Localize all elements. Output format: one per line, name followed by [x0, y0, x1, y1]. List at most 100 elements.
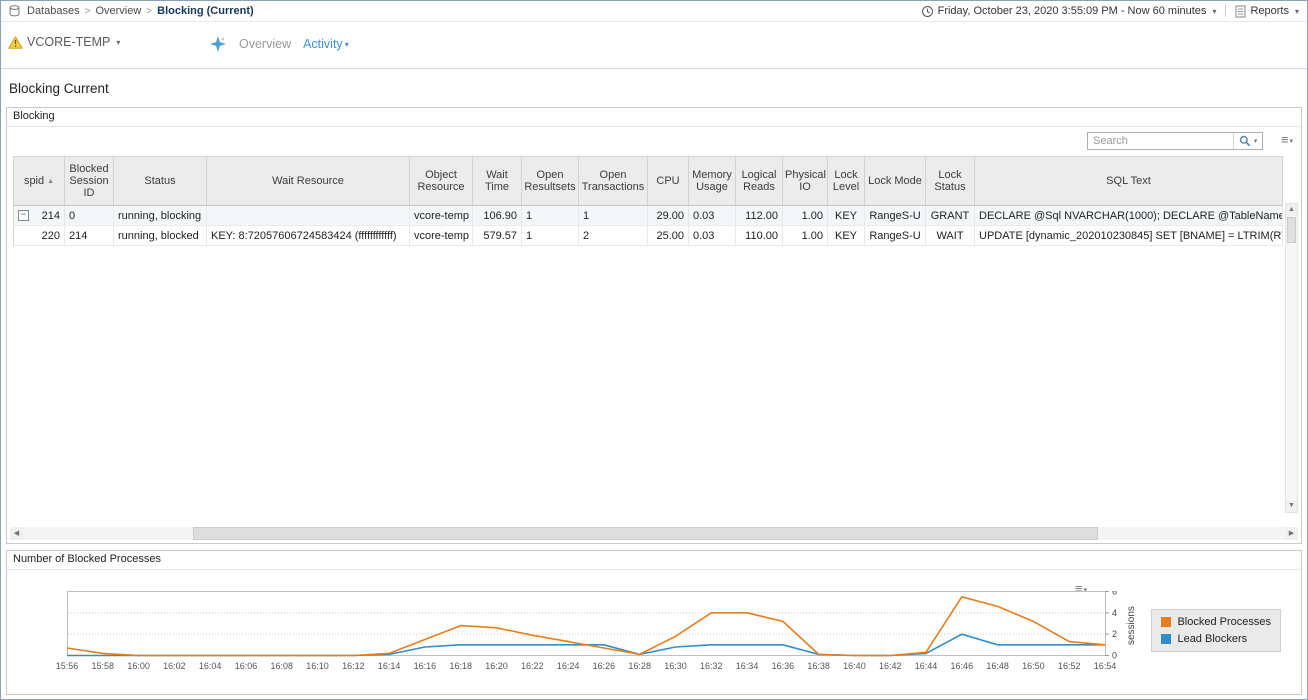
y-tick-label: 6: [1112, 591, 1117, 597]
column-header-blocked_session_id[interactable]: Blocked Session ID: [65, 157, 114, 206]
column-header-wait_time[interactable]: Wait Time: [473, 157, 522, 206]
x-tick-label: 16:36: [772, 661, 795, 671]
column-header-spid[interactable]: spid▲: [14, 157, 65, 206]
vertical-scrollbar[interactable]: ▲ ▼: [1285, 203, 1298, 513]
column-header-label: Blocked Session ID: [69, 163, 108, 199]
legend-item: Blocked Processes: [1161, 616, 1271, 628]
x-tick-label: 16:22: [521, 661, 544, 671]
breadcrumb-databases[interactable]: Databases: [27, 5, 80, 17]
cell-memory_usage: 0.03: [689, 206, 736, 226]
vertical-scroll-thumb[interactable]: [1287, 217, 1296, 243]
reports-label: Reports: [1250, 5, 1289, 17]
time-range-selector[interactable]: Friday, October 23, 2020 3:55:09 PM - No…: [921, 5, 1217, 18]
x-tick-label: 16:38: [807, 661, 830, 671]
server-selector[interactable]: VCORE-TEMP ▾: [8, 35, 120, 49]
search-icon: [1239, 135, 1251, 147]
x-tick-label: 16:30: [664, 661, 687, 671]
column-header-label: Object Resource: [417, 169, 464, 193]
clock-icon: [921, 5, 934, 18]
plot-border: [68, 592, 1106, 656]
column-header-logical_reads[interactable]: Logical Reads: [736, 157, 783, 206]
column-header-open_resultsets[interactable]: Open Resultsets: [522, 157, 579, 206]
cell-physical_io: 1.00: [783, 206, 828, 226]
cell-sql_text: UPDATE [dynamic_202010230845] SET [BNAME…: [975, 226, 1283, 246]
column-header-wait_resource[interactable]: Wait Resource: [207, 157, 410, 206]
cell-object_resource: vcore-temp: [410, 226, 473, 246]
table-row[interactable]: 220214running, blockedKEY: 8:72057606724…: [14, 226, 1283, 246]
column-header-lock_status[interactable]: Lock Status: [926, 157, 975, 206]
tab-overview[interactable]: Overview: [239, 37, 291, 51]
collapse-row-icon[interactable]: −: [18, 210, 29, 221]
reports-menu[interactable]: Reports ▾: [1235, 5, 1299, 18]
chevron-down-icon: ▾: [1289, 137, 1293, 145]
x-tick-label: 16:18: [449, 661, 472, 671]
column-header-memory_usage[interactable]: Memory Usage: [689, 157, 736, 206]
y-tick-label: 2: [1112, 629, 1117, 639]
scroll-down-button[interactable]: ▼: [1286, 500, 1297, 512]
search-button[interactable]: ▾: [1233, 133, 1262, 149]
databases-icon: [9, 5, 20, 17]
legend-label: Lead Blockers: [1177, 633, 1247, 645]
spid-value: 220: [42, 230, 60, 242]
y-axis-label: sessions: [1126, 606, 1137, 645]
cell-lock_mode: RangeS-U: [865, 206, 926, 226]
table-row[interactable]: −2140running, blockingvcore-temp106.9011…: [14, 206, 1283, 226]
page-title: Blocking Current: [9, 81, 109, 96]
chart-legend: Blocked Processes Lead Blockers: [1151, 609, 1281, 652]
cell-wait_time: 106.90: [473, 206, 522, 226]
chevron-down-icon: ▾: [1295, 7, 1299, 16]
column-header-label: Open Transactions: [582, 169, 645, 193]
column-header-physical_io[interactable]: Physical IO: [783, 157, 828, 206]
legend-label: Blocked Processes: [1177, 616, 1271, 628]
toolbar: VCORE-TEMP ▾ Overview Activity ▾: [1, 22, 1307, 69]
column-header-open_transactions[interactable]: Open Transactions: [579, 157, 648, 206]
column-header-label: Open Resultsets: [524, 169, 575, 193]
column-header-label: spid: [24, 175, 44, 187]
breadcrumb-separator: >: [85, 6, 91, 17]
tab-activity[interactable]: Activity ▾: [303, 37, 349, 51]
vertical-scroll-track[interactable]: [1286, 216, 1297, 500]
scroll-right-button[interactable]: ▶: [1285, 527, 1298, 540]
cell-memory_usage: 0.03: [689, 226, 736, 246]
topbar: Databases > Overview > Blocking (Current…: [1, 1, 1307, 22]
time-range-label: Friday, October 23, 2020 3:55:09 PM - No…: [938, 5, 1207, 17]
column-header-object_resource[interactable]: Object Resource: [410, 157, 473, 206]
search-box: ▾: [1087, 132, 1263, 150]
x-tick-label: 16:24: [557, 661, 580, 671]
menu-icon: ≡: [1281, 134, 1289, 145]
activity-label: Activity: [303, 37, 343, 51]
column-header-sql_text[interactable]: SQL Text: [975, 157, 1283, 206]
x-tick-label: 16:16: [414, 661, 437, 671]
chevron-down-icon: ▾: [1212, 7, 1216, 16]
cell-lock_status: GRANT: [926, 206, 975, 226]
chevron-down-icon: ▾: [116, 38, 120, 47]
scroll-left-button[interactable]: ◀: [10, 527, 23, 540]
x-tick-label: 16:04: [199, 661, 222, 671]
column-header-lock_mode[interactable]: Lock Mode: [865, 157, 926, 206]
x-tick-label: 16:20: [485, 661, 508, 671]
x-tick-label: 16:34: [736, 661, 759, 671]
cell-spid: 220: [14, 226, 65, 246]
grid-options-menu[interactable]: ≡ ▾: [1281, 134, 1293, 145]
blocked-processes-panel: Number of Blocked Processes ≡ ▾ 0246sess…: [6, 550, 1302, 695]
horizontal-scroll-track[interactable]: [23, 527, 1285, 540]
divider: [1225, 5, 1226, 17]
column-header-status[interactable]: Status: [114, 157, 207, 206]
cell-logical_reads: 110.00: [736, 226, 783, 246]
cell-physical_io: 1.00: [783, 226, 828, 246]
horizontal-scroll-thumb[interactable]: [193, 527, 1098, 540]
x-tick-label: 16:40: [843, 661, 866, 671]
search-input[interactable]: [1088, 133, 1233, 149]
warning-icon: [8, 36, 23, 49]
table-header: spid▲Blocked Session IDStatusWait Resour…: [14, 157, 1283, 206]
horizontal-scrollbar[interactable]: ◀ ▶: [10, 527, 1298, 540]
column-header-lock_level[interactable]: Lock Level: [828, 157, 865, 206]
cell-blocked_session_id: 214: [65, 226, 114, 246]
column-header-cpu[interactable]: CPU: [648, 157, 689, 206]
x-tick-label: 16:46: [951, 661, 974, 671]
chart-area: 0246sessions15:5615:5816:0016:0216:0416:…: [51, 591, 1166, 684]
breadcrumb-overview[interactable]: Overview: [95, 5, 141, 17]
scroll-up-button[interactable]: ▲: [1286, 204, 1297, 216]
cell-open_resultsets: 1: [522, 206, 579, 226]
cell-open_resultsets: 1: [522, 226, 579, 246]
